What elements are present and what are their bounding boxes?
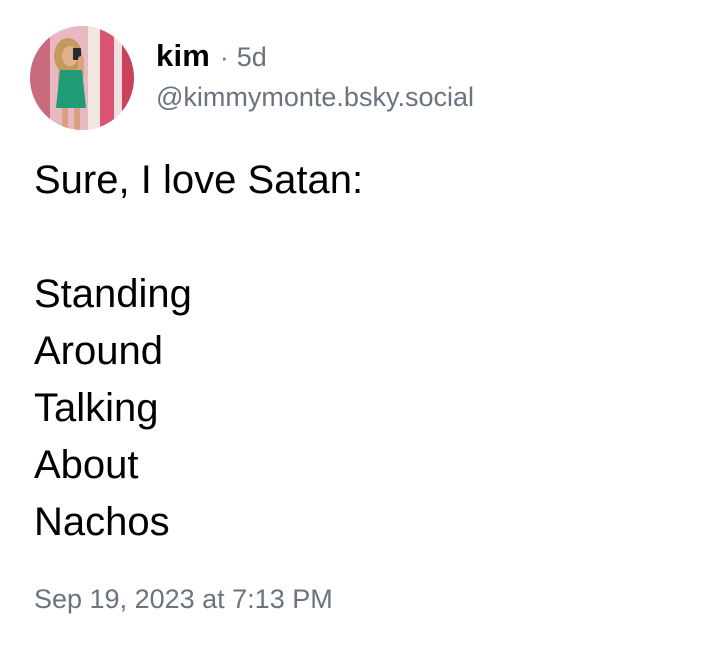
author-handle[interactable]: @kimmymonte.bsky.social (156, 82, 474, 113)
post-text-line: Around (34, 329, 163, 373)
post-body: Sure, I love Satan: Standing Around Talk… (34, 152, 674, 551)
post-age[interactable]: 5d (237, 42, 267, 73)
post-text-line: About (34, 443, 139, 487)
avatar[interactable] (30, 26, 134, 130)
post-timestamp: Sep 19, 2023 at 7:13 PM (34, 584, 333, 614)
post-text-line: Sure, I love Satan: (34, 158, 364, 202)
post-header: kim · 5d @kimmymonte.bsky.social (156, 38, 474, 113)
post-card: kim · 5d @kimmymonte.bsky.social Sure, I… (0, 0, 708, 646)
post-text-line: Standing (34, 272, 192, 316)
post-text-line: Talking (34, 386, 159, 430)
post-text-line: Nachos (34, 500, 170, 544)
separator-dot: · (220, 42, 229, 72)
author-line: kim · 5d (156, 38, 474, 74)
avatar-photo (30, 26, 134, 130)
post-text-blank-line (34, 209, 674, 266)
author-display-name[interactable]: kim (156, 38, 210, 74)
